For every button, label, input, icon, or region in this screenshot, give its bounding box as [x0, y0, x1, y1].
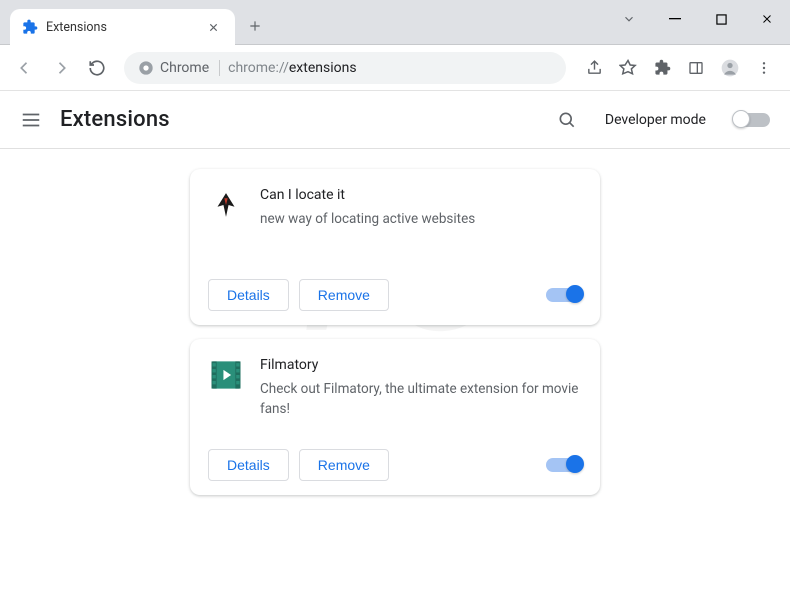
chevron-down-icon[interactable]	[606, 0, 652, 38]
extension-enable-toggle[interactable]	[546, 458, 582, 472]
share-icon[interactable]	[578, 52, 610, 84]
minimize-button[interactable]	[652, 0, 698, 38]
side-panel-icon[interactable]	[680, 52, 712, 84]
browser-toolbar: Chrome chrome://extensions	[0, 45, 790, 91]
site-chip-label: Chrome	[160, 60, 209, 76]
search-icon[interactable]	[557, 110, 577, 130]
chrome-icon	[138, 60, 154, 76]
remove-button[interactable]: Remove	[299, 279, 389, 311]
extension-title: Filmatory	[260, 357, 582, 373]
hamburger-menu-icon[interactable]	[20, 109, 42, 131]
extensions-header: Extensions Developer mode	[0, 91, 790, 149]
reload-button[interactable]	[82, 53, 112, 83]
extension-description: new way of locating active websites	[260, 209, 582, 229]
maximize-button[interactable]	[698, 0, 744, 38]
browser-tab[interactable]: Extensions	[10, 9, 235, 45]
close-tab-icon[interactable]	[204, 18, 223, 37]
address-bar[interactable]: Chrome chrome://extensions	[124, 52, 566, 84]
tab-title: Extensions	[46, 20, 196, 35]
extension-title: Can I locate it	[260, 187, 582, 203]
details-button[interactable]: Details	[208, 279, 289, 311]
extensions-list: Can I locate it new way of locating acti…	[0, 149, 790, 515]
extension-card: Filmatory Check out Filmatory, the ultim…	[190, 339, 600, 495]
remove-button[interactable]: Remove	[299, 449, 389, 481]
details-button[interactable]: Details	[208, 449, 289, 481]
bookmark-star-icon[interactable]	[612, 52, 644, 84]
kebab-menu-icon[interactable]	[748, 52, 780, 84]
puzzle-icon	[22, 19, 38, 35]
extension-card: Can I locate it new way of locating acti…	[190, 169, 600, 325]
window-titlebar: Extensions	[0, 0, 790, 45]
extension-icon	[208, 187, 244, 223]
new-tab-button[interactable]	[241, 12, 269, 40]
extension-description: Check out Filmatory, the ultimate extens…	[260, 379, 582, 420]
developer-mode-label: Developer mode	[605, 112, 706, 128]
window-controls	[606, 0, 790, 38]
url-text: chrome://extensions	[228, 60, 356, 76]
extension-enable-toggle[interactable]	[546, 288, 582, 302]
extension-icon	[208, 357, 244, 393]
extensions-puzzle-icon[interactable]	[646, 52, 678, 84]
back-button[interactable]	[10, 53, 40, 83]
close-window-button[interactable]	[744, 0, 790, 38]
site-chip: Chrome	[138, 60, 220, 76]
forward-button[interactable]	[46, 53, 76, 83]
profile-avatar-icon[interactable]	[714, 52, 746, 84]
page-title: Extensions	[60, 107, 170, 132]
developer-mode-toggle[interactable]	[734, 113, 770, 127]
